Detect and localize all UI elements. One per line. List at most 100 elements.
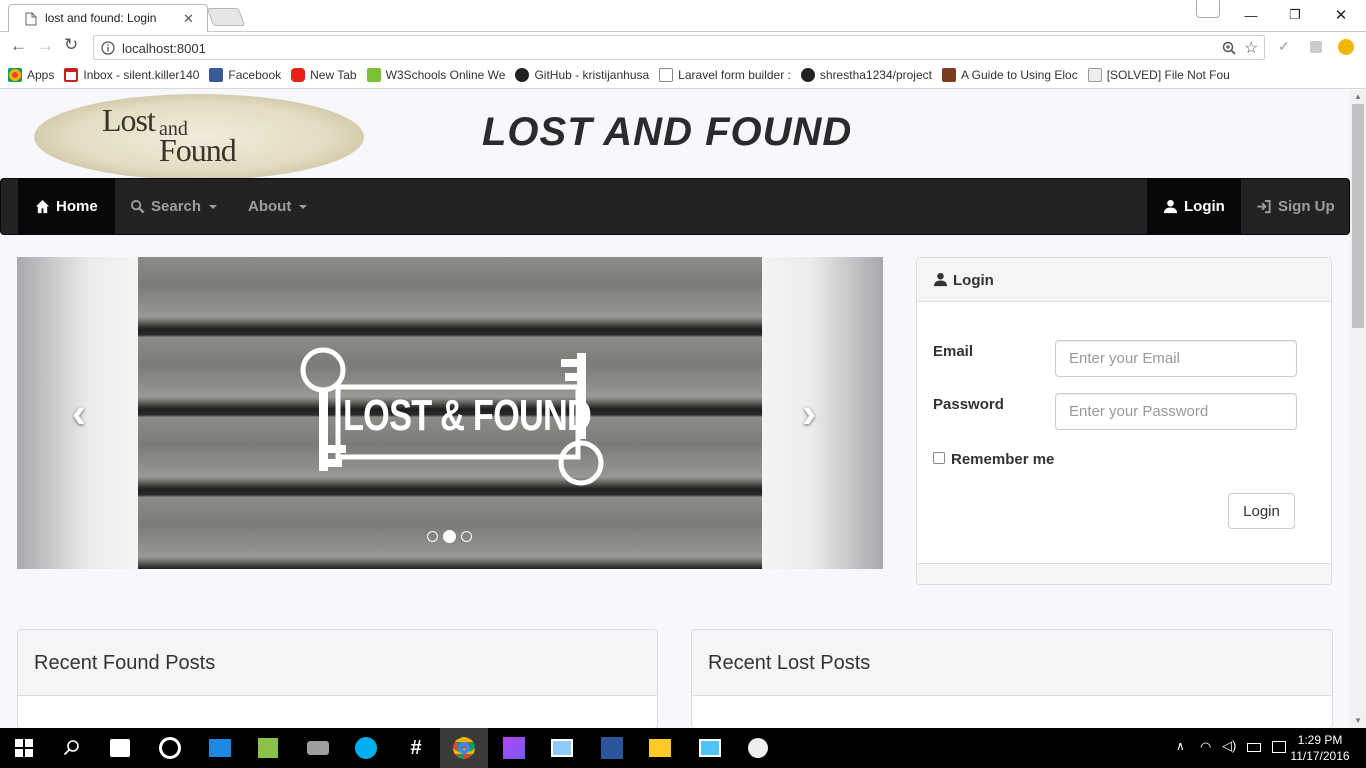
- window-app-icon: [551, 739, 573, 757]
- wifi-icon[interactable]: ◠: [1200, 739, 1211, 755]
- logo-text-lost: Lost: [102, 102, 156, 138]
- bookmark-github-1[interactable]: GitHub - kristijanhusa: [515, 68, 649, 82]
- w3schools-icon: [366, 68, 381, 82]
- taskbar-app-2[interactable]: [244, 728, 292, 768]
- scroll-up-arrow-icon[interactable]: ▲: [1354, 92, 1362, 101]
- new-tab-button[interactable]: [206, 8, 246, 26]
- recent-found-posts-panel: Recent Found Posts: [17, 629, 658, 728]
- image-carousel: LOST & FOUND ‹ ›: [17, 257, 883, 569]
- bookmark-w3schools[interactable]: W3Schools Online We: [366, 68, 505, 82]
- star-icon[interactable]: ☆: [1244, 38, 1258, 58]
- word-icon: [601, 737, 623, 759]
- chrome-icon: [453, 737, 475, 759]
- apps-grid-icon: [8, 68, 22, 82]
- password-input[interactable]: [1055, 393, 1297, 430]
- profile-icon[interactable]: [1196, 0, 1220, 18]
- nav-login-label: Login: [1184, 198, 1225, 215]
- bookmark-laravel[interactable]: Laravel form builder :: [659, 68, 791, 82]
- bookmark-new-tab[interactable]: New Tab: [291, 68, 357, 82]
- taskbar-app-6[interactable]: [734, 728, 782, 768]
- chevron-right-icon[interactable]: ›: [802, 389, 816, 437]
- nav-about-dropdown[interactable]: About: [232, 179, 323, 234]
- taskbar-store[interactable]: [96, 728, 144, 768]
- remember-me-label: Remember me: [951, 451, 1055, 468]
- forward-icon[interactable]: →: [37, 36, 54, 56]
- bookmarks-bar: Apps Inbox - silent.killer140 Facebook N…: [0, 62, 1366, 89]
- volume-icon[interactable]: ◁): [1222, 738, 1236, 754]
- taskbar-app-4[interactable]: #: [392, 728, 440, 768]
- nav-login[interactable]: Login: [1147, 179, 1241, 234]
- phpstorm-icon: [503, 737, 525, 759]
- carousel-next-area[interactable]: [762, 257, 883, 569]
- taskbar-app-5[interactable]: [538, 728, 586, 768]
- reload-icon[interactable]: ↻: [64, 35, 78, 55]
- back-icon[interactable]: ←: [10, 36, 27, 56]
- scroll-down-arrow-icon[interactable]: ▼: [1354, 716, 1362, 725]
- taskbar-word[interactable]: [588, 728, 636, 768]
- gmail-icon: [64, 68, 79, 82]
- carousel-indicator-3[interactable]: [461, 531, 472, 542]
- site-icon: [941, 68, 956, 82]
- taskbar-clock[interactable]: 1:29 PM 11/17/2016: [1290, 732, 1350, 764]
- action-center-icon[interactable]: [1272, 741, 1286, 753]
- restore-icon[interactable]: ❐: [1272, 4, 1318, 26]
- nav-signup[interactable]: Sign Up: [1240, 179, 1350, 234]
- nav-home[interactable]: Home: [18, 179, 115, 234]
- remember-me-checkbox[interactable]: [933, 452, 945, 464]
- taskbar-photos[interactable]: [686, 728, 734, 768]
- check-extension-icon[interactable]: ✓: [1278, 38, 1290, 55]
- keyboard-icon[interactable]: [1247, 743, 1261, 752]
- carousel-indicator-2[interactable]: [443, 530, 456, 543]
- windows-logo-icon: [15, 739, 33, 757]
- zoom-icon[interactable]: [1222, 41, 1236, 55]
- close-tab-icon[interactable]: ✕: [183, 11, 194, 27]
- taskbar-skype[interactable]: [342, 728, 390, 768]
- bookmark-facebook[interactable]: Facebook: [209, 68, 281, 82]
- taskbar-file-explorer[interactable]: [636, 728, 684, 768]
- nav-search-dropdown[interactable]: Search: [114, 179, 233, 234]
- minimize-icon[interactable]: —: [1228, 4, 1274, 26]
- login-submit-button[interactable]: Login: [1228, 493, 1295, 529]
- url-text[interactable]: localhost:8001: [122, 41, 206, 56]
- main-navbar: Home Search About Login Sign Up: [0, 178, 1350, 235]
- clock-time: 1:29 PM: [1297, 733, 1343, 747]
- email-label: Email: [933, 343, 974, 360]
- browser-tab-active[interactable]: lost and found: Login ✕: [8, 4, 208, 33]
- taskbar-chrome[interactable]: [440, 728, 488, 768]
- carousel-caption: LOST & FOUND: [343, 391, 592, 440]
- tray-chevron-up-icon[interactable]: ∧: [1176, 739, 1185, 753]
- taskbar-search-button[interactable]: [48, 728, 96, 768]
- carousel-indicator-1[interactable]: [427, 531, 438, 542]
- computer-icon: [209, 739, 231, 757]
- taskbar-phpstorm[interactable]: [490, 728, 538, 768]
- info-icon[interactable]: [101, 41, 115, 55]
- bookmark-eloquent-guide[interactable]: A Guide to Using Eloc: [941, 68, 1078, 82]
- address-bar[interactable]: localhost:8001 ☆: [93, 35, 1265, 60]
- email-input[interactable]: [1055, 340, 1297, 377]
- nav-signup-label: Sign Up: [1278, 198, 1335, 215]
- close-window-icon[interactable]: ✕: [1318, 4, 1364, 26]
- taskbar-app-3[interactable]: [294, 728, 342, 768]
- chevron-down-icon: [299, 204, 308, 209]
- bookmark-apps[interactable]: Apps: [8, 68, 54, 82]
- taskbar-groove[interactable]: [146, 728, 194, 768]
- taskbar-app-1[interactable]: [196, 728, 244, 768]
- site-logo[interactable]: Lost and Found: [34, 94, 364, 180]
- bookmark-github-2[interactable]: shrestha1234/project: [800, 68, 932, 82]
- login-panel-title: Login: [953, 272, 994, 289]
- search-icon: [63, 740, 79, 756]
- windows-taskbar: # ∧ ◠ ◁) 1:29 PM 11/17/2016: [0, 728, 1366, 768]
- bookmark-inbox[interactable]: Inbox - silent.killer140: [64, 68, 199, 82]
- bookmark-solved[interactable]: [SOLVED] File Not Fou: [1087, 68, 1230, 82]
- chevron-left-icon[interactable]: ‹: [72, 389, 86, 437]
- groove-music-icon: [159, 737, 181, 759]
- start-button[interactable]: [0, 728, 48, 768]
- nav-home-label: Home: [56, 198, 98, 215]
- facebook-icon: [209, 68, 224, 82]
- logo-text-found: Found: [159, 132, 237, 168]
- scrollbar-thumb[interactable]: [1352, 104, 1364, 328]
- lock-extension-icon[interactable]: [1310, 41, 1322, 53]
- photos-icon: [699, 739, 721, 757]
- nav-about-label: About: [248, 198, 292, 215]
- warning-extension-icon[interactable]: [1338, 39, 1354, 55]
